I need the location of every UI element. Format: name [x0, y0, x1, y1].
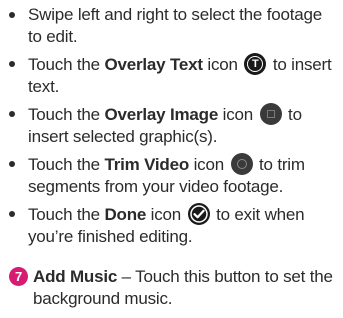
manual-page: Swipe left and right to select the foota… [0, 0, 343, 318]
feature-name: Overlay Text [104, 55, 203, 74]
bullet-dot [9, 111, 15, 117]
instruction-text: Touch the [28, 55, 105, 74]
done-check-icon [187, 203, 210, 225]
feature-name: Overlay Image [104, 105, 219, 124]
overlay-image-icon [259, 103, 282, 125]
bullet-dot [9, 12, 15, 18]
bullet-dot [9, 61, 15, 67]
instruction-text: Touch the [28, 105, 105, 124]
overlay-text-icon: T [244, 53, 267, 75]
list-item-overlay-image: Touch the Overlay Image icon to insert s… [9, 103, 339, 148]
numbered-item-add-music: 7 Add Music – Touch this button to set t… [9, 266, 343, 310]
trim-video-icon [230, 153, 253, 175]
step-number-badge: 7 [9, 267, 28, 286]
instruction-text: icon [202, 55, 243, 74]
bullet-dot [9, 211, 15, 217]
feature-name: Trim Video [104, 155, 190, 174]
feature-name: Done [104, 205, 147, 224]
instruction-text: Swipe left and right to select the foota… [28, 5, 323, 46]
instruction-text: icon [218, 105, 258, 124]
instruction-text: icon [146, 205, 186, 224]
instruction-text: icon [189, 155, 229, 174]
feature-name: Add Music [33, 267, 118, 286]
list-item-swipe: Swipe left and right to select the foota… [9, 4, 339, 48]
instruction-text: Touch the [28, 205, 105, 224]
list-item-overlay-text: Touch the Overlay Text icon T to insert … [9, 53, 339, 98]
list-item-trim-video: Touch the Trim Video icon to trim segmen… [9, 153, 339, 198]
instruction-list: Swipe left and right to select the foota… [9, 4, 339, 253]
instruction-text: Touch the [28, 155, 105, 174]
bullet-dot [9, 161, 15, 167]
list-item-done: Touch the Done icon to exit when you’re … [9, 203, 339, 248]
